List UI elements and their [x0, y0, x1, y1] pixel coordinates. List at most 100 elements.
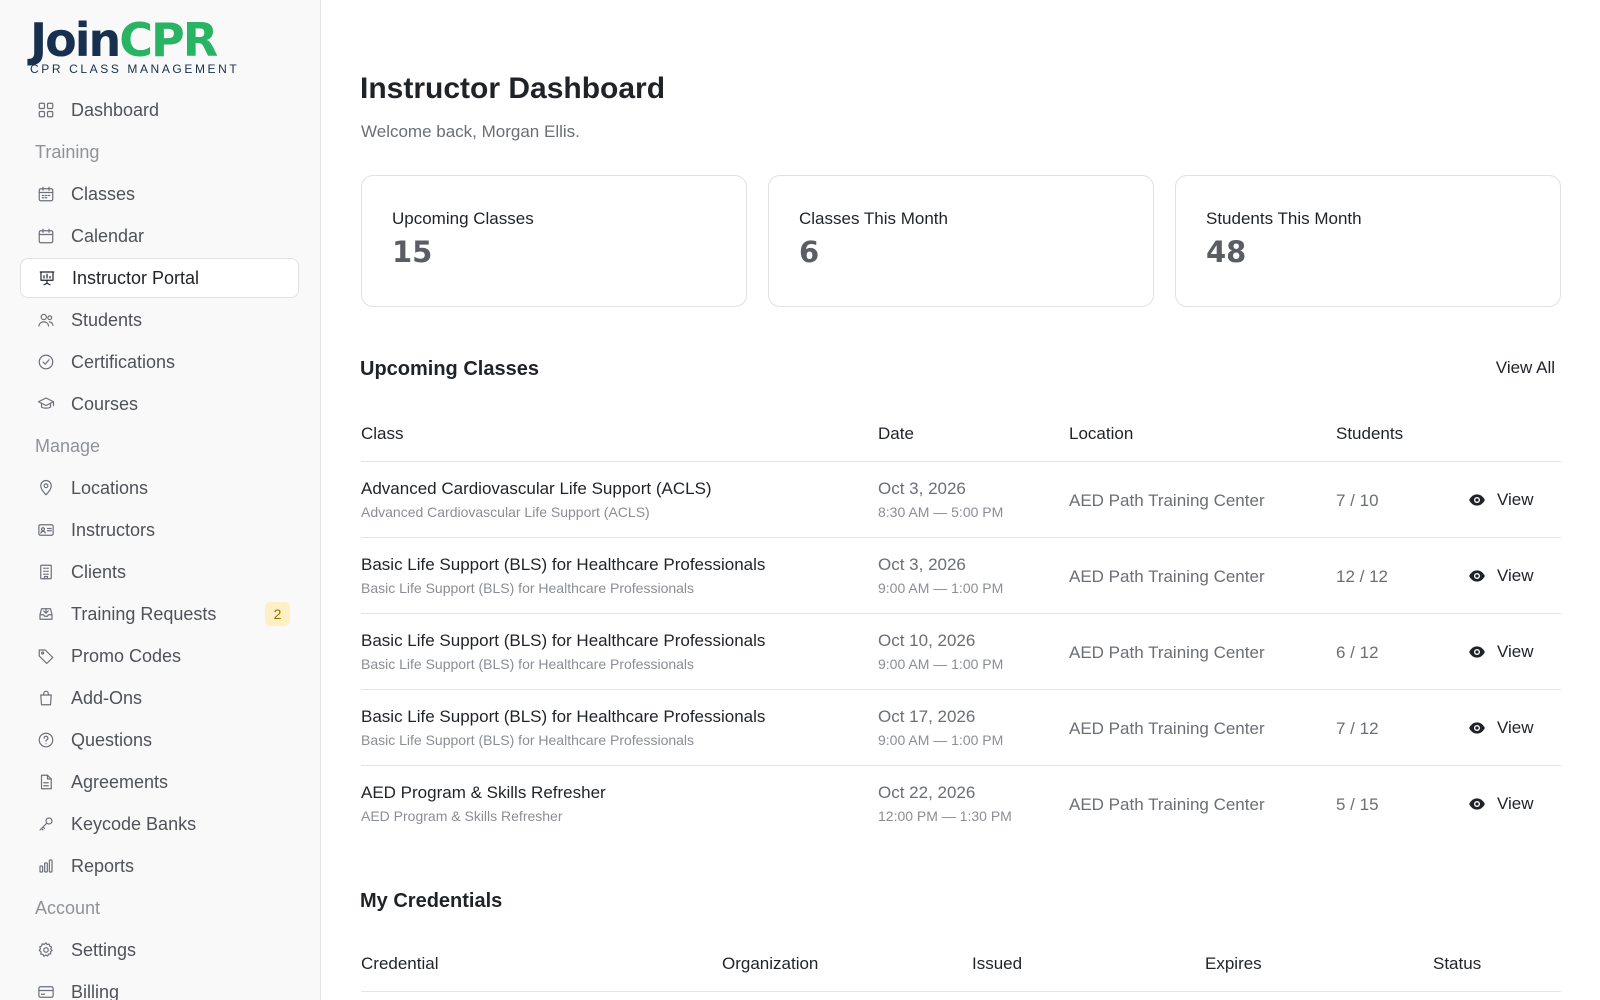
column-header-class[interactable]: Class — [361, 424, 404, 444]
column-header-expires[interactable]: Expires — [1205, 954, 1262, 974]
sidebar-item-students[interactable]: Students — [20, 300, 299, 340]
sidebar-item-label: Promo Codes — [71, 645, 182, 666]
sidebar-item-label: Courses — [71, 393, 139, 414]
column-header-date[interactable]: Date — [878, 424, 914, 444]
view-class-button[interactable]: View — [1468, 566, 1534, 586]
class-date: Oct 22, 2026 — [878, 783, 976, 802]
credentials-table: Credential Organization Issued Expires S… — [361, 932, 1561, 992]
sidebar-item-agreements[interactable]: Agreements — [20, 762, 299, 802]
stat-label: Upcoming Classes — [392, 209, 534, 228]
course-name: Basic Life Support (BLS) for Healthcare … — [361, 580, 695, 596]
stat-card-students-this-month: Students This Month 48 — [1175, 175, 1561, 307]
sidebar-item-instructor-portal[interactable]: Instructor Portal — [20, 258, 299, 298]
upcoming-classes-title: Upcoming Classes — [360, 358, 539, 380]
key-icon — [36, 814, 56, 834]
sidebar-item-training-requests[interactable]: Training Requests 2 — [20, 594, 299, 634]
sidebar-item-certifications[interactable]: Certifications — [20, 342, 299, 382]
sidebar-item-label: Add-Ons — [71, 687, 143, 708]
sidebar-item-label: Certifications — [71, 351, 176, 372]
sidebar-item-courses[interactable]: Courses — [20, 384, 299, 424]
shopping-bag-icon — [36, 688, 56, 708]
class-name: Advanced Cardiovascular Life Support (AC… — [361, 479, 712, 498]
sidebar-item-label: Dashboard — [71, 99, 160, 120]
view-class-button[interactable]: View — [1468, 490, 1534, 510]
stat-card-classes-this-month: Classes This Month 6 — [768, 175, 1154, 307]
view-class-button[interactable]: View — [1468, 794, 1534, 814]
sidebar-item-label: Classes — [71, 183, 136, 204]
eye-icon — [1468, 491, 1497, 509]
table-body: Advanced Cardiovascular Life Support (AC… — [361, 462, 1561, 842]
stat-value: 15 — [392, 235, 433, 269]
view-all-link[interactable]: View All — [1496, 358, 1555, 378]
sidebar-item-billing[interactable]: Billing — [20, 972, 299, 1000]
sidebar-item-promo-codes[interactable]: Promo Codes — [20, 636, 299, 676]
help-circle-icon — [36, 730, 56, 750]
stat-card-upcoming-classes: Upcoming Classes 15 — [361, 175, 747, 307]
class-name: Basic Life Support (BLS) for Healthcare … — [361, 707, 766, 726]
logo-tagline: CPR CLASS MANAGEMENT — [30, 62, 240, 76]
class-location: AED Path Training Center — [1069, 567, 1265, 586]
main-content: Instructor Dashboard Welcome back, Morga… — [321, 0, 1600, 1000]
class-time: 9:00 AM — 1:00 PM — [878, 580, 1004, 596]
sidebar-item-label: Keycode Banks — [71, 813, 197, 834]
course-name: Advanced Cardiovascular Life Support (AC… — [361, 504, 650, 520]
page-title: Instructor Dashboard — [360, 72, 666, 105]
table-header: Credential Organization Issued Expires S… — [361, 932, 1561, 992]
sidebar-item-add-ons[interactable]: Add-Ons — [20, 678, 299, 718]
sidebar-item-label: Locations — [71, 477, 149, 498]
view-label: View — [1497, 642, 1534, 661]
stat-label: Classes This Month — [799, 209, 948, 228]
course-name: Basic Life Support (BLS) for Healthcare … — [361, 656, 695, 672]
class-students: 7 / 10 — [1336, 491, 1379, 510]
sidebar-item-instructors[interactable]: Instructors — [20, 510, 299, 550]
sidebar-item-reports[interactable]: Reports — [20, 846, 299, 886]
class-students: 5 / 15 — [1336, 795, 1379, 814]
table-row: AED Program & Skills Refresher AED Progra… — [361, 766, 1561, 842]
class-students: 7 / 12 — [1336, 719, 1379, 738]
grid-icon — [36, 100, 56, 120]
class-location: AED Path Training Center — [1069, 491, 1265, 510]
logo-cpr: CPR — [119, 13, 218, 67]
course-name: AED Program & Skills Refresher — [361, 808, 563, 824]
file-text-icon — [36, 772, 56, 792]
class-students: 12 / 12 — [1336, 567, 1388, 586]
view-class-button[interactable]: View — [1468, 642, 1534, 662]
class-date: Oct 17, 2026 — [878, 707, 976, 726]
table-row: Basic Life Support (BLS) for Healthcare … — [361, 614, 1561, 690]
eye-icon — [1468, 643, 1497, 661]
sidebar-item-calendar[interactable]: Calendar — [20, 216, 299, 256]
eye-icon — [1468, 567, 1497, 585]
stat-label: Students This Month — [1206, 209, 1362, 228]
class-date: Oct 3, 2026 — [878, 479, 966, 498]
class-location: AED Path Training Center — [1069, 643, 1265, 662]
brand-logo[interactable]: JoinCPR CPR CLASS MANAGEMENT — [30, 12, 239, 76]
sidebar-item-classes[interactable]: Classes — [20, 174, 299, 214]
eye-icon — [1468, 719, 1497, 737]
sidebar-item-locations[interactable]: Locations — [20, 468, 299, 508]
sidebar-item-dashboard[interactable]: Dashboard — [20, 90, 299, 130]
column-header-students[interactable]: Students — [1336, 424, 1403, 444]
column-header-credential[interactable]: Credential — [361, 954, 439, 974]
view-label: View — [1497, 718, 1534, 737]
sidebar-item-label: Instructors — [71, 519, 156, 540]
column-header-status[interactable]: Status — [1433, 954, 1481, 974]
view-label: View — [1497, 566, 1534, 585]
class-name: Basic Life Support (BLS) for Healthcare … — [361, 555, 766, 574]
column-header-location[interactable]: Location — [1069, 424, 1133, 444]
sidebar-item-keycode-banks[interactable]: Keycode Banks — [20, 804, 299, 844]
sidebar-item-questions[interactable]: Questions — [20, 720, 299, 760]
presentation-icon — [37, 268, 57, 288]
sidebar-item-settings[interactable]: Settings — [20, 930, 299, 970]
calendar-grid-icon — [36, 184, 56, 204]
sidebar-item-label: Settings — [71, 939, 137, 960]
sidebar-item-label: Training Requests — [71, 603, 217, 624]
column-header-issued[interactable]: Issued — [972, 954, 1022, 974]
stat-value: 6 — [799, 235, 820, 269]
sidebar-item-clients[interactable]: Clients — [20, 552, 299, 592]
column-header-organization[interactable]: Organization — [722, 954, 818, 974]
map-pin-icon — [36, 478, 56, 498]
view-class-button[interactable]: View — [1468, 718, 1534, 738]
class-location: AED Path Training Center — [1069, 719, 1265, 738]
course-name: Basic Life Support (BLS) for Healthcare … — [361, 732, 695, 748]
graduation-cap-icon — [36, 394, 56, 414]
